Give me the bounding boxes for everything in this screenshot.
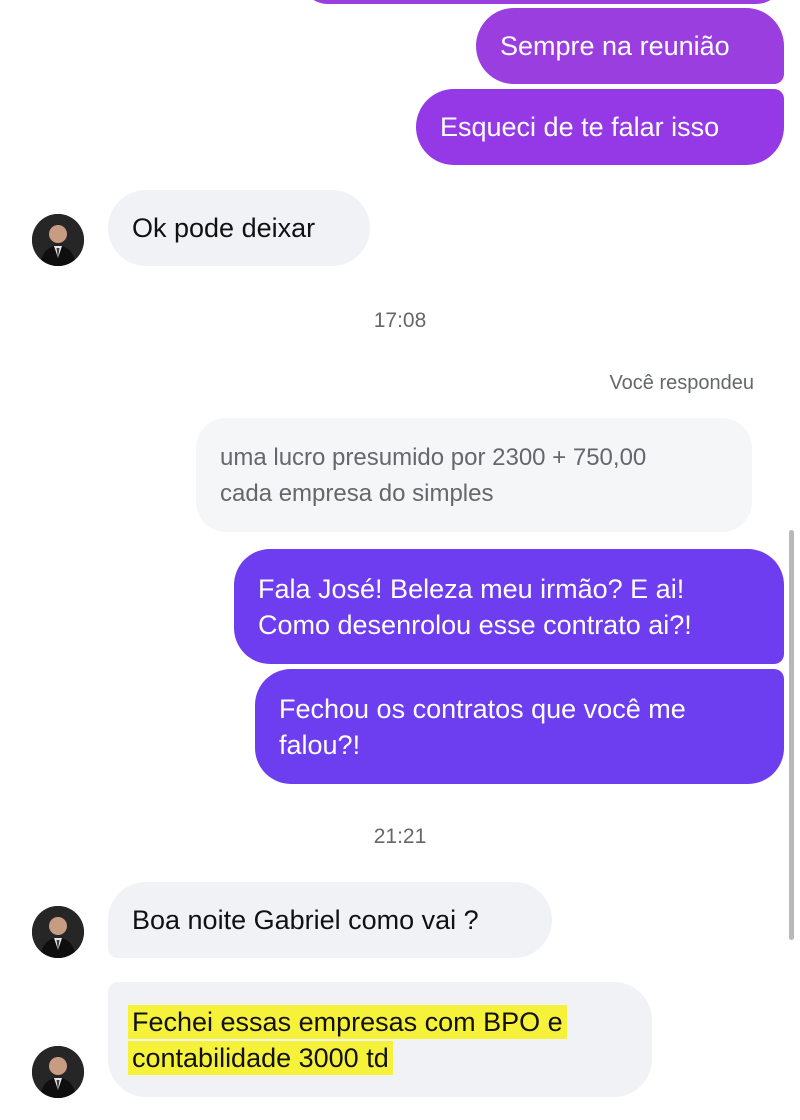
message-text: Esqueci de te falar isso xyxy=(440,112,720,142)
message-text-line: Como desenrolou esse contrato ai?! xyxy=(258,609,692,640)
scrollbar[interactable] xyxy=(789,530,794,940)
outgoing-message[interactable]: Sempre na reunião xyxy=(476,8,784,84)
message-bubble-cutoff xyxy=(300,0,784,4)
quoted-message[interactable]: uma lucro presumido por 2300 + 750,00 ca… xyxy=(196,418,752,532)
quoted-text-line: cada empresa do simples xyxy=(220,480,494,507)
message-text-line: contabilidade 3000 td xyxy=(128,1040,393,1076)
incoming-message[interactable]: Boa noite Gabriel como vai ? xyxy=(108,882,552,958)
incoming-message[interactable]: Fechei essas empresas com BPO e contabil… xyxy=(108,982,652,1097)
outgoing-message[interactable]: Fala José! Beleza meu irmão? E ai! Como … xyxy=(234,549,784,664)
contact-avatar[interactable] xyxy=(32,906,84,958)
avatar-image xyxy=(32,906,84,958)
message-text-line: Fala José! Beleza meu irmão? E ai! xyxy=(258,573,685,604)
contact-avatar[interactable] xyxy=(32,1046,84,1098)
avatar-image xyxy=(32,214,84,266)
message-text: Ok pode deixar xyxy=(132,213,316,243)
message-timestamp: 17:08 xyxy=(373,309,427,332)
incoming-message[interactable]: Ok pode deixar xyxy=(108,190,370,266)
quoted-text-line: uma lucro presumido por 2300 + 750,00 xyxy=(220,444,647,471)
message-text-line: Fechou os contratos que você me xyxy=(279,693,686,724)
reply-label: Você respondeu xyxy=(609,372,754,394)
avatar-image xyxy=(32,1046,84,1098)
message-text-line: Fechei essas empresas com BPO e xyxy=(128,1004,567,1040)
message-text: Boa noite Gabriel como vai ? xyxy=(132,905,479,935)
contact-avatar[interactable] xyxy=(32,214,84,266)
highlighted-text: contabilidade 3000 td xyxy=(128,1040,393,1075)
message-timestamp: 21:21 xyxy=(373,825,427,848)
message-text: Sempre na reunião xyxy=(500,31,730,61)
outgoing-message[interactable]: Esqueci de te falar isso xyxy=(416,89,784,165)
highlighted-text: Fechei essas empresas com BPO e xyxy=(128,1004,567,1039)
message-text-line: falou?! xyxy=(279,729,361,760)
outgoing-message[interactable]: Fechou os contratos que você me falou?! xyxy=(255,669,784,784)
